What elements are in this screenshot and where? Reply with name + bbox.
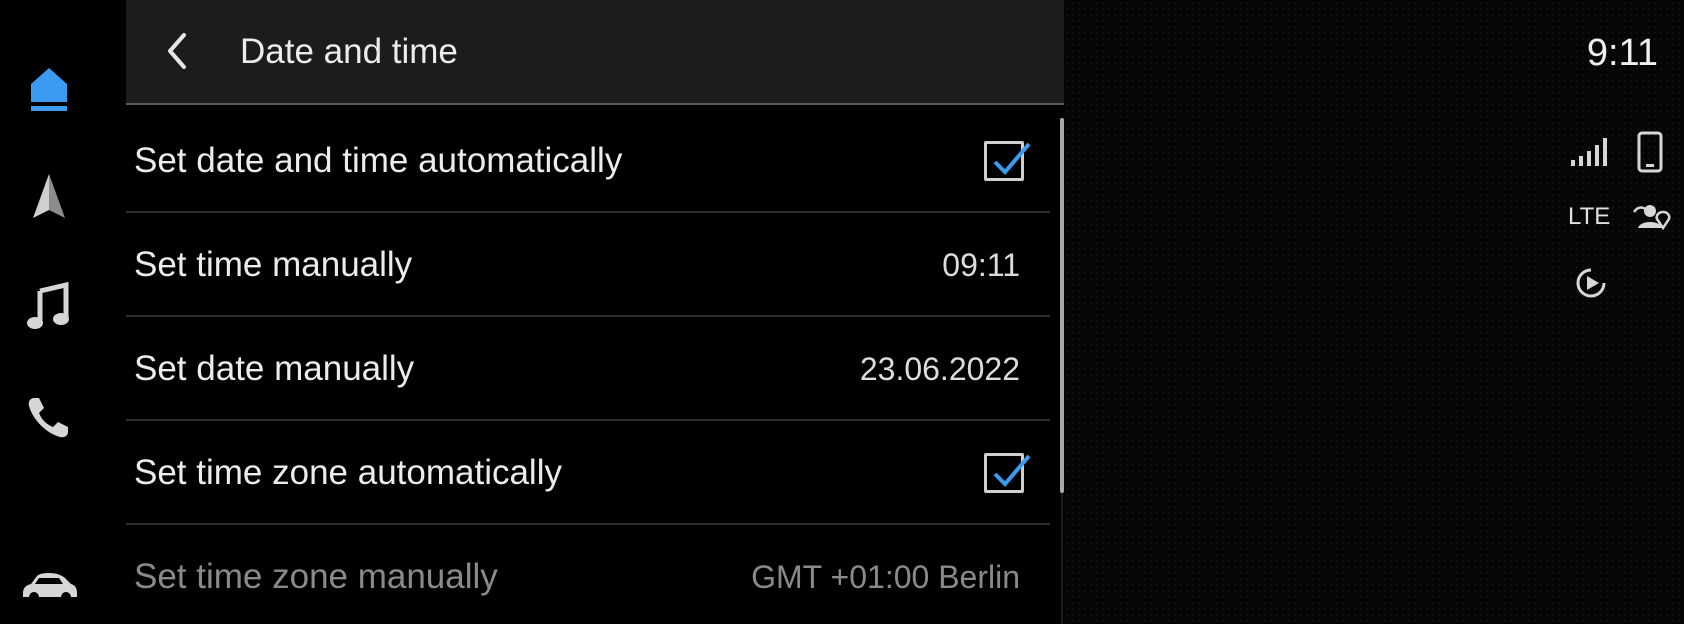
- status-clock: 9:11: [1586, 32, 1658, 74]
- setting-row-auto-time-zone[interactable]: Set time zone automatically: [126, 421, 1050, 525]
- phone-device-icon: [1637, 131, 1663, 173]
- auto-date-time-checkbox[interactable]: [984, 141, 1031, 181]
- rail-home-button[interactable]: [12, 52, 86, 126]
- checkmark-icon: [993, 454, 1031, 487]
- phone-icon: [28, 398, 68, 438]
- signal-bars-icon: [1571, 138, 1607, 166]
- setting-row-time-manual[interactable]: Set time manually 09:11: [126, 213, 1050, 317]
- settings-list: Set date and time automatically Set time…: [126, 109, 1050, 624]
- network-type-label: LTE: [1568, 203, 1611, 230]
- location-sharing-icon: [1632, 205, 1671, 231]
- back-button[interactable]: [152, 26, 202, 76]
- date-time-settings-panel: Date and time Set date and time automati…: [126, 0, 1064, 624]
- home-icon: [31, 68, 67, 111]
- setting-row-date-manual[interactable]: Set date manually 23.06.2022: [126, 317, 1050, 421]
- rail-car-button[interactable]: [12, 548, 86, 622]
- setting-label: Set date and time automatically: [134, 141, 623, 180]
- rail-media-button[interactable]: [12, 270, 86, 344]
- media-play-icon[interactable]: [1572, 264, 1610, 302]
- infotainment-screen: Date and time Set date and time automati…: [0, 0, 1684, 624]
- setting-label: Set date manually: [134, 349, 415, 388]
- music-icon: [27, 281, 69, 329]
- setting-row-auto-date-time[interactable]: Set date and time automatically: [126, 109, 1050, 213]
- right-content-area: [1064, 0, 1684, 624]
- setting-label: Set time zone automatically: [134, 453, 562, 492]
- checkmark-icon: [993, 142, 1031, 175]
- date-value: 23.06.2022: [859, 351, 1020, 387]
- time-value: 09:11: [942, 247, 1020, 283]
- page-title: Date and time: [240, 32, 458, 71]
- left-nav-rail: [0, 0, 125, 624]
- setting-label: Set time manually: [134, 245, 413, 284]
- setting-row-time-zone-manual: Set time zone manually GMT +01:00 Berlin: [126, 525, 1050, 624]
- rail-navigation-button[interactable]: [12, 160, 86, 234]
- time-zone-value: GMT +01:00 Berlin: [751, 559, 1020, 595]
- setting-label: Set time zone manually: [134, 557, 498, 596]
- car-icon: [23, 573, 77, 602]
- rail-phone-button[interactable]: [12, 380, 86, 454]
- navigation-icon: [33, 174, 65, 218]
- chevron-left-icon: [168, 33, 186, 69]
- panel-header: Date and time: [126, 0, 1064, 105]
- auto-time-zone-checkbox[interactable]: [984, 453, 1031, 493]
